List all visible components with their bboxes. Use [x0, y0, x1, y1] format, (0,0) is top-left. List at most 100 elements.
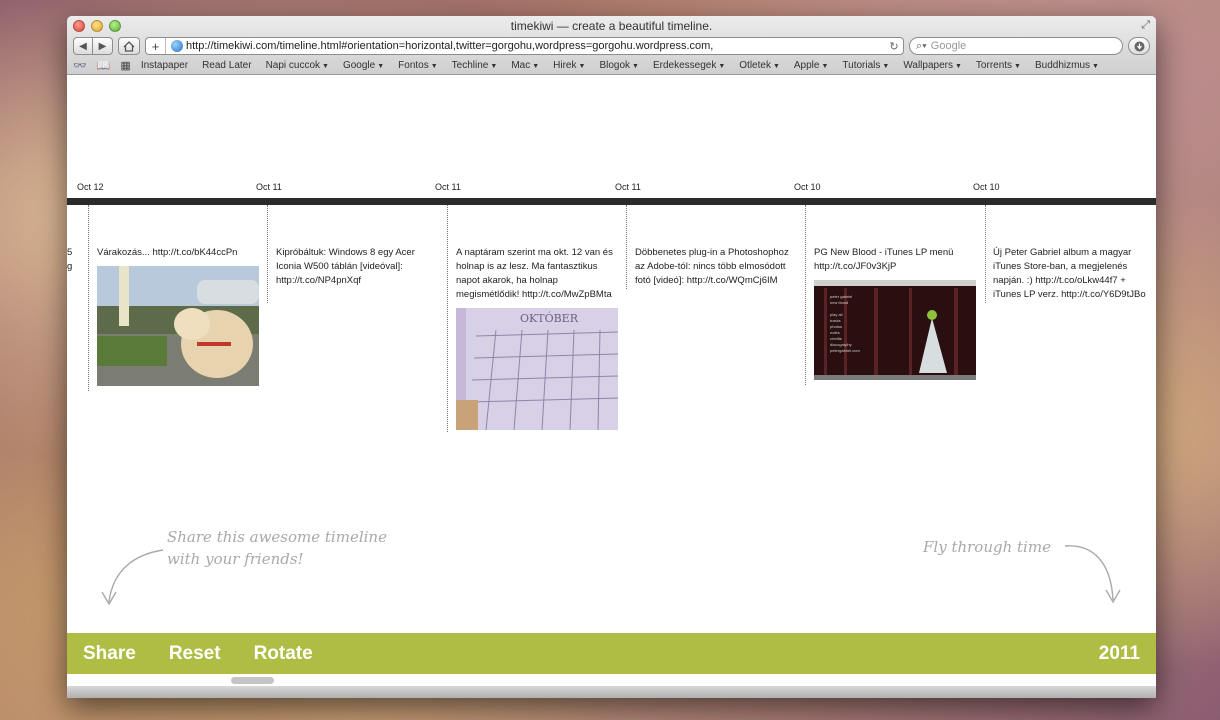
nav-buttons: ◀ ▶	[73, 37, 113, 55]
bookmark-item[interactable]: Techline ▼	[452, 60, 498, 71]
bookmark-label: Google	[342, 59, 376, 71]
bookmark-label: Buddhizmus	[1034, 59, 1091, 71]
timeline-connector	[805, 205, 806, 385]
home-button[interactable]	[118, 37, 140, 55]
date-label: Oct 11	[615, 182, 641, 192]
itunes-menu-item: peter gabriel	[830, 294, 852, 299]
post-text: Döbbenetes plug-in a Photoshophoz az Ado…	[635, 247, 789, 286]
bookmark-label: Torrents	[975, 59, 1013, 71]
dropdown-arrow-icon: ▼	[882, 62, 890, 70]
calendar-month: OKTÓBER	[520, 311, 579, 325]
partial-post: 5 g	[67, 246, 72, 274]
fly-hint: Fly through time	[923, 538, 1051, 556]
browser-toolbar: ◀ ▶ + http://timekiwi.com/timeline.html#…	[73, 36, 1150, 56]
bookmark-label: Fontos	[398, 59, 429, 71]
bookmark-label: Instapaper	[140, 59, 189, 71]
home-icon	[123, 40, 135, 52]
partial-post-text: 5	[67, 247, 73, 258]
footer-bar: Share Reset Rotate 2011	[67, 633, 1156, 674]
reload-icon[interactable]: ↻	[885, 40, 903, 53]
back-button[interactable]: ◀	[73, 37, 93, 55]
calendar-photo[interactable]: OKTÓBER	[456, 308, 618, 430]
itunes-menu-item: discography	[830, 342, 852, 347]
bookmark-item[interactable]: Read Later	[202, 60, 251, 71]
bookmark-label: Blogok	[599, 59, 631, 71]
post-text: A naptáram szerint ma okt. 12 van és hol…	[456, 247, 613, 300]
bookmark-item[interactable]: Hirek ▼	[553, 60, 585, 71]
bookmark-item[interactable]: Mac ▼	[511, 60, 539, 71]
reset-button[interactable]: Reset	[169, 643, 221, 665]
top-sites-icon[interactable]: ▦	[120, 59, 130, 72]
bookmark-item[interactable]: Torrents ▼	[976, 60, 1021, 71]
itunes-menu-item: tracks	[830, 318, 841, 323]
bookmark-label: Read Later	[202, 59, 252, 71]
bookmark-item[interactable]: Instapaper	[141, 60, 188, 71]
bookmark-label: Mac	[511, 59, 531, 71]
bookmark-item[interactable]: Erdekessegek ▼	[653, 60, 725, 71]
dropdown-arrow-icon: ▼	[377, 62, 385, 70]
dog-photo[interactable]	[97, 266, 259, 386]
timeline-post[interactable]: A naptáram szerint ma okt. 12 van és hol…	[456, 246, 622, 430]
post-text: Várakozás... http://t.co/bK44ccPn	[97, 247, 238, 258]
globe-icon	[171, 40, 183, 52]
search-field[interactable]: ⌕▾ Google	[909, 37, 1123, 55]
bookmarks-icon[interactable]: 📖	[97, 59, 111, 72]
dropdown-arrow-icon: ▼	[322, 62, 329, 70]
post-text: Kipróbáltuk: Windows 8 egy Acer Iconia W…	[276, 247, 415, 286]
timeline-post[interactable]: Új Peter Gabriel album a magyar iTunes S…	[993, 246, 1155, 302]
forward-button[interactable]: ▶	[93, 37, 113, 55]
scrollbar-thumb[interactable]	[231, 677, 274, 684]
bookmark-item[interactable]: Otletek ▼	[739, 60, 780, 71]
fly-arrow-icon	[1064, 545, 1121, 604]
url-text[interactable]: http://timekiwi.com/timeline.html#orient…	[186, 40, 885, 52]
dropdown-arrow-icon: ▼	[532, 62, 540, 70]
itunes-lp-screenshot[interactable]: peter gabrielnew blood play alltracksphot…	[814, 280, 976, 380]
fullscreen-icon[interactable]: ⤢	[1141, 19, 1150, 32]
bookmark-item[interactable]: Google ▼	[343, 60, 384, 71]
timeline-post[interactable]: PG New Blood - iTunes LP menü http://t.c…	[814, 246, 980, 380]
address-bar[interactable]: + http://timekiwi.com/timeline.html#orie…	[145, 37, 904, 55]
timeline-page: Oct 12 Oct 11 Oct 11 Oct 11 Oct 10 Oct 1…	[67, 76, 1156, 698]
timeline-post[interactable]: Várakozás... http://t.co/bK44ccPn	[97, 246, 263, 386]
downloads-button[interactable]	[1128, 37, 1150, 55]
dropdown-arrow-icon: ▼	[578, 62, 586, 70]
partial-post-text: g	[67, 261, 73, 272]
bookmark-item[interactable]: Blogok ▼	[599, 60, 639, 71]
horizontal-scrollbar[interactable]	[67, 674, 1156, 686]
bookmark-label: Napi cuccok	[265, 59, 321, 71]
year-label: 2011	[1098, 642, 1140, 664]
bookmark-item[interactable]: Fontos ▼	[398, 60, 438, 71]
share-arrow-icon	[101, 549, 164, 606]
bookmarks-bar: 👓 📖 ▦ Instapaper Read Later Napi cuccok ▼ Go…	[73, 57, 1150, 73]
timeline-axis	[67, 198, 1156, 205]
timeline-post[interactable]: Döbbenetes plug-in a Photoshophoz az Ado…	[635, 246, 801, 288]
bookmark-item[interactable]: Napi cuccok ▼	[266, 60, 329, 71]
dropdown-arrow-icon: ▼	[1092, 62, 1099, 70]
dropdown-arrow-icon: ▼	[772, 62, 780, 70]
bookmark-items: Instapaper Read Later Napi cuccok ▼ Google ▼ F…	[141, 60, 1099, 71]
post-text: Új Peter Gabriel album a magyar iTunes S…	[993, 247, 1146, 300]
itunes-menu-item: photos	[830, 324, 842, 329]
dropdown-arrow-icon: ▼	[718, 62, 726, 70]
timeline-connector	[626, 205, 627, 289]
date-label: Oct 10	[794, 182, 821, 192]
date-row: Oct 12 Oct 11 Oct 11 Oct 11 Oct 10 Oct 1…	[67, 182, 1156, 194]
date-label: Oct 12	[77, 182, 104, 192]
browser-window: timekiwi — create a beautiful timeline. …	[67, 16, 1156, 698]
bookmark-label: Techline	[451, 59, 489, 71]
bookmark-item[interactable]: Apple ▼	[794, 60, 829, 71]
bookmark-label: Otletek	[739, 59, 771, 71]
bookmark-label: Apple	[793, 59, 820, 71]
bookmark-item[interactable]: Buddhizmus ▼	[1035, 60, 1099, 71]
timeline-post[interactable]: Kipróbáltuk: Windows 8 egy Acer Iconia W…	[276, 246, 442, 288]
search-icon: ⌕▾	[916, 39, 927, 52]
rotate-button[interactable]: Rotate	[254, 643, 313, 665]
bookmark-item[interactable]: Tutorials ▼	[842, 60, 889, 71]
add-bookmark-button[interactable]: +	[146, 38, 166, 54]
reading-list-icon[interactable]: 👓	[73, 59, 87, 72]
bookmark-item[interactable]: Wallpapers ▼	[903, 60, 962, 71]
timeline-connector	[447, 205, 448, 432]
share-button[interactable]: Share	[83, 643, 136, 665]
share-hint-line: Share this awesome timeline	[167, 528, 387, 546]
date-label: Oct 10	[973, 182, 1000, 192]
